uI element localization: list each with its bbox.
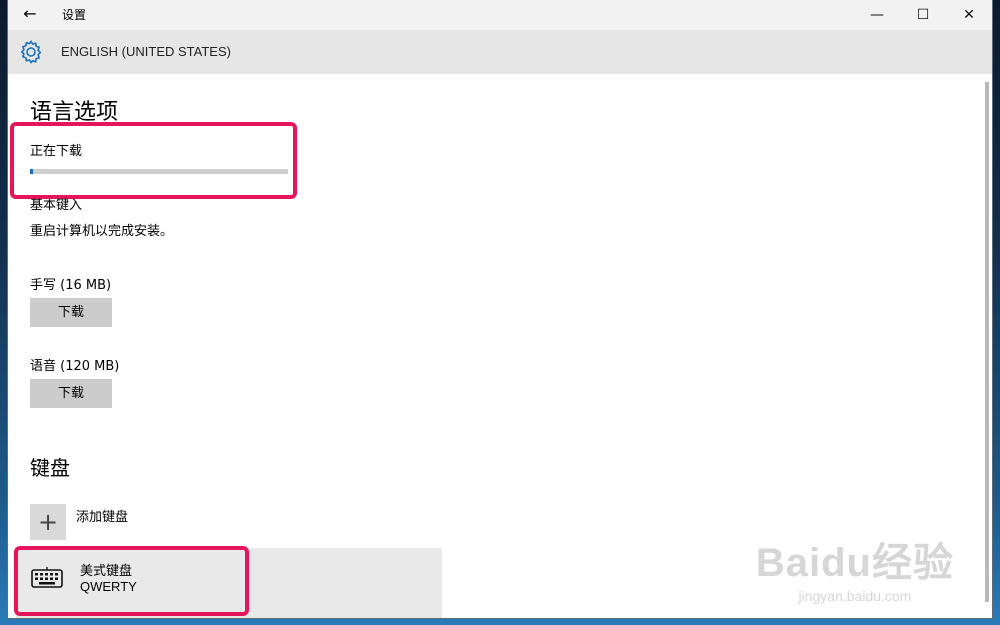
title-bar: ← 设置 — ☐ ✕ xyxy=(8,0,992,30)
minimize-button[interactable]: — xyxy=(854,0,900,30)
add-keyboard-button[interactable]: + xyxy=(30,504,66,540)
close-button[interactable]: ✕ xyxy=(946,0,992,30)
restart-message: 重启计算机以完成安装。 xyxy=(30,224,174,239)
gear-icon xyxy=(20,40,42,64)
content-area: 语言选项 正在下载 基本键入 重启计算机以完成安装。 手写 (16 MB) 下载… xyxy=(8,74,992,618)
keyboard-highlight xyxy=(14,546,249,616)
window-title: 设置 xyxy=(62,8,87,22)
speech-download-button[interactable]: 下载 xyxy=(30,379,112,408)
page-title: ENGLISH (UNITED STATES) xyxy=(61,44,231,59)
back-button[interactable]: ← xyxy=(20,4,40,24)
scrollbar[interactable] xyxy=(978,74,992,618)
keyboards-heading: 键盘 xyxy=(30,456,70,480)
watermark-url: jingyan.baidu.com xyxy=(798,588,912,604)
maximize-button[interactable]: ☐ xyxy=(900,0,946,30)
handwriting-download-button[interactable]: 下载 xyxy=(30,298,112,327)
watermark-brand: Baidu经验 xyxy=(755,541,954,585)
watermark: Baidu经验 jingyan.baidu.com xyxy=(756,530,954,604)
settings-window: ← 设置 — ☐ ✕ ENGLISH (UNITED STATES) 语言选项 … xyxy=(8,0,992,618)
scrollbar-thumb[interactable] xyxy=(985,82,989,602)
handwriting-label: 手写 (16 MB) xyxy=(30,278,112,293)
speech-label: 语音 (120 MB) xyxy=(30,359,120,374)
add-keyboard-label[interactable]: 添加键盘 xyxy=(76,506,128,525)
plus-icon: + xyxy=(37,508,59,536)
page-header: ENGLISH (UNITED STATES) xyxy=(8,30,992,74)
basic-typing-label: 基本键入 xyxy=(30,198,83,213)
downloading-highlight xyxy=(10,122,297,199)
